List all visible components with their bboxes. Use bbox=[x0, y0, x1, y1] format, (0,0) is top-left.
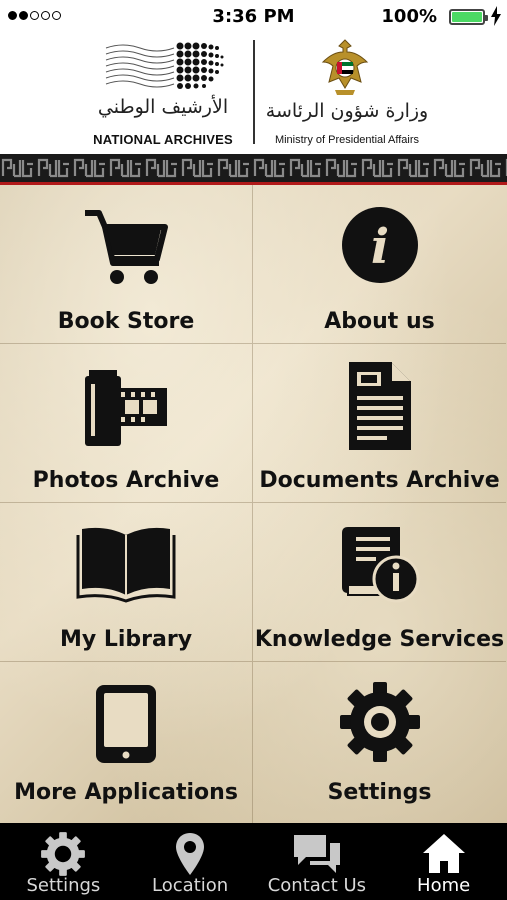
shopping-cart-icon bbox=[85, 210, 168, 284]
settings-tile[interactable]: Settings bbox=[253, 662, 506, 823]
svg-text:i: i bbox=[370, 219, 388, 275]
book-store-tile[interactable]: Book Store bbox=[0, 185, 253, 344]
book-info-icon bbox=[341, 527, 419, 603]
national-archives-english-name: NATIONAL ARCHIVES bbox=[93, 132, 233, 147]
chat-bubbles-icon bbox=[293, 835, 340, 873]
photos-archive-tile[interactable]: Photos Archive bbox=[0, 344, 253, 503]
header-divider bbox=[253, 40, 255, 144]
my-library-tile[interactable]: My Library bbox=[0, 503, 253, 662]
gear-icon bbox=[41, 832, 86, 876]
gear-icon bbox=[339, 682, 420, 762]
about-us-label: About us bbox=[324, 309, 435, 334]
knowledge-services-tile[interactable]: Knowledge Services bbox=[253, 503, 506, 662]
about-us-tile[interactable]: i About us bbox=[253, 185, 506, 344]
documents-archive-label: Documents Archive bbox=[259, 468, 500, 493]
logo-header: الأرشيف الوطني NATIONAL ARCHIVES وزارة ش… bbox=[0, 34, 507, 154]
uae-falcon-emblem-icon bbox=[321, 39, 369, 95]
my-library-label: My Library bbox=[59, 627, 193, 652]
info-icon: i bbox=[341, 207, 418, 283]
more-applications-label: More Applications bbox=[14, 780, 238, 805]
ministry-english-name: Ministry of Presidential Affairs bbox=[274, 134, 420, 146]
open-book-icon bbox=[76, 527, 176, 603]
tablet-icon bbox=[96, 685, 156, 763]
status-bar: 3:36 PM 100% bbox=[0, 0, 507, 34]
more-applications-tile[interactable]: More Applications bbox=[0, 662, 253, 823]
film-roll-icon bbox=[85, 370, 167, 446]
documents-archive-tile[interactable]: Documents Archive bbox=[253, 344, 506, 503]
tab-home[interactable]: Home bbox=[380, 823, 507, 900]
location-pin-icon bbox=[176, 833, 205, 875]
tab-location[interactable]: Location bbox=[127, 823, 254, 900]
battery-icon bbox=[449, 9, 488, 25]
home-icon bbox=[422, 834, 465, 873]
book-store-label: Book Store bbox=[57, 309, 195, 334]
calligraphy-pattern-icon bbox=[0, 154, 507, 182]
tab-contact-us-label: Contact Us bbox=[267, 875, 367, 896]
calligraphy-banner bbox=[0, 154, 507, 182]
bottom-tab-bar: Settings Location Contact Us Home bbox=[0, 823, 507, 900]
tab-home-label: Home bbox=[417, 875, 471, 896]
battery-percentage: 100% bbox=[381, 6, 437, 27]
tab-settings[interactable]: Settings bbox=[0, 823, 127, 900]
main-menu-grid: Book Store i About us Photos Archive Doc… bbox=[0, 185, 507, 823]
national-archives-emblem-icon bbox=[105, 42, 224, 89]
ministry-arabic-name: وزارة شؤون الرئاسة bbox=[265, 100, 429, 122]
settings-label: Settings bbox=[327, 780, 432, 805]
photos-archive-label: Photos Archive bbox=[32, 468, 220, 493]
tab-settings-label: Settings bbox=[26, 875, 101, 896]
tab-location-label: Location bbox=[152, 875, 229, 896]
knowledge-services-label: Knowledge Services bbox=[254, 627, 505, 652]
document-icon bbox=[348, 362, 411, 450]
national-archives-arabic-name: الأرشيف الوطني bbox=[97, 96, 229, 118]
charging-icon bbox=[491, 6, 501, 26]
tab-contact-us[interactable]: Contact Us bbox=[254, 823, 381, 900]
national-archives-logo: الأرشيف الوطني NATIONAL ARCHIVES bbox=[78, 38, 248, 150]
ministry-logo: وزارة شؤون الرئاسة Ministry of President… bbox=[262, 38, 432, 150]
